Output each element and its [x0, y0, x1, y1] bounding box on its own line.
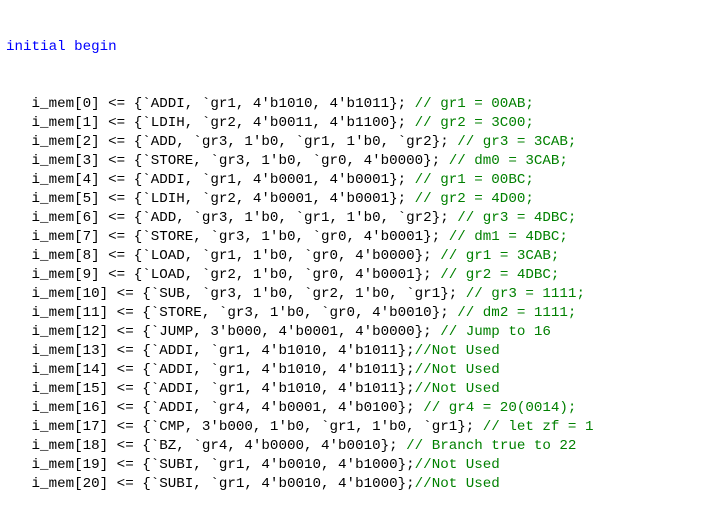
code-line: i_mem[3] <= {`STORE, `gr3, 1'b0, `gr0, 4…	[0, 152, 718, 171]
code-statement: i_mem[18] <= {`BZ, `gr4, 4'b0000, 4'b001…	[31, 438, 407, 454]
code-statement: i_mem[20] <= {`SUBI, `gr1, 4'b0010, 4'b1…	[31, 476, 415, 492]
code-statement: i_mem[17] <= {`CMP, 3'b000, 1'b0, `gr1, …	[31, 419, 483, 435]
code-comment: // gr4 = 20(0014);	[423, 400, 577, 416]
code-comment: // dm0 = 3CAB;	[448, 153, 568, 169]
code-line: i_mem[16] <= {`ADDI, `gr4, 4'b0001, 4'b0…	[0, 399, 718, 418]
code-comment: // gr2 = 4D00;	[414, 191, 534, 207]
code-statement: i_mem[4] <= {`ADDI, `gr1, 4'b0001, 4'b00…	[31, 172, 415, 188]
code-line: i_mem[1] <= {`LDIH, `gr2, 4'b0011, 4'b11…	[0, 114, 718, 133]
code-line: i_mem[19] <= {`SUBI, `gr1, 4'b0010, 4'b1…	[0, 456, 718, 475]
code-statement: i_mem[12] <= {`JUMP, 3'b000, 4'b0001, 4'…	[31, 324, 441, 340]
code-line-header: initial begin	[0, 38, 718, 57]
code-line: i_mem[9] <= {`LOAD, `gr2, 1'b0, `gr0, 4'…	[0, 266, 718, 285]
code-comment: // gr1 = 3CAB;	[440, 248, 560, 264]
code-statement: i_mem[8] <= {`LOAD, `gr1, 1'b0, `gr0, 4'…	[31, 248, 441, 264]
code-lines: i_mem[0] <= {`ADDI, `gr1, 4'b1010, 4'b10…	[0, 95, 718, 494]
code-comment: // gr2 = 3C00;	[414, 115, 534, 131]
code-comment: // gr3 = 4DBC;	[457, 210, 577, 226]
code-statement: i_mem[10] <= {`SUB, `gr3, 1'b0, `gr2, 1'…	[31, 286, 466, 302]
code-comment: // gr2 = 4DBC;	[440, 267, 560, 283]
code-statement: i_mem[3] <= {`STORE, `gr3, 1'b0, `gr0, 4…	[31, 153, 449, 169]
code-line: i_mem[13] <= {`ADDI, `gr1, 4'b1010, 4'b1…	[0, 342, 718, 361]
code-comment: //Not Used	[414, 362, 500, 378]
code-comment: // gr1 = 00BC;	[414, 172, 534, 188]
code-line: i_mem[12] <= {`JUMP, 3'b000, 4'b0001, 4'…	[0, 323, 718, 342]
code-line: i_mem[0] <= {`ADDI, `gr1, 4'b1010, 4'b10…	[0, 95, 718, 114]
code-comment: //Not Used	[414, 343, 500, 359]
code-statement: i_mem[1] <= {`LDIH, `gr2, 4'b0011, 4'b11…	[31, 115, 415, 131]
code-line: i_mem[6] <= {`ADD, `gr3, 1'b0, `gr1, 1'b…	[0, 209, 718, 228]
code-comment: //Not Used	[414, 381, 500, 397]
code-statement: i_mem[15] <= {`ADDI, `gr1, 4'b1010, 4'b1…	[31, 381, 415, 397]
code-line: i_mem[18] <= {`BZ, `gr4, 4'b0000, 4'b001…	[0, 437, 718, 456]
code-statement: i_mem[5] <= {`LDIH, `gr2, 4'b0001, 4'b00…	[31, 191, 415, 207]
code-line: i_mem[20] <= {`SUBI, `gr1, 4'b0010, 4'b1…	[0, 475, 718, 494]
code-line: i_mem[4] <= {`ADDI, `gr1, 4'b0001, 4'b00…	[0, 171, 718, 190]
keyword-initial-begin: initial begin	[6, 39, 117, 55]
code-statement: i_mem[19] <= {`SUBI, `gr1, 4'b0010, 4'b1…	[31, 457, 415, 473]
code-comment: // gr3 = 3CAB;	[457, 134, 577, 150]
code-statement: i_mem[9] <= {`LOAD, `gr2, 1'b0, `gr0, 4'…	[31, 267, 441, 283]
code-line: i_mem[14] <= {`ADDI, `gr1, 4'b1010, 4'b1…	[0, 361, 718, 380]
code-line: i_mem[15] <= {`ADDI, `gr1, 4'b1010, 4'b1…	[0, 380, 718, 399]
code-comment: // Jump to 16	[440, 324, 551, 340]
code-line: i_mem[11] <= {`STORE, `gr3, 1'b0, `gr0, …	[0, 304, 718, 323]
code-statement: i_mem[6] <= {`ADD, `gr3, 1'b0, `gr1, 1'b…	[31, 210, 458, 226]
code-comment: //Not Used	[414, 457, 500, 473]
code-line: i_mem[8] <= {`LOAD, `gr1, 1'b0, `gr0, 4'…	[0, 247, 718, 266]
code-comment: // gr1 = 00AB;	[414, 96, 534, 112]
code-line: i_mem[10] <= {`SUB, `gr3, 1'b0, `gr2, 1'…	[0, 285, 718, 304]
code-statement: i_mem[13] <= {`ADDI, `gr1, 4'b1010, 4'b1…	[31, 343, 415, 359]
code-statement: i_mem[11] <= {`STORE, `gr3, 1'b0, `gr0, …	[31, 305, 458, 321]
code-comment: // dm1 = 4DBC;	[448, 229, 568, 245]
code-editor[interactable]: initial begin i_mem[0] <= {`ADDI, `gr1, …	[0, 0, 718, 492]
code-statement: i_mem[0] <= {`ADDI, `gr1, 4'b1010, 4'b10…	[31, 96, 415, 112]
code-comment: // gr3 = 1111;	[465, 286, 585, 302]
code-line: i_mem[7] <= {`STORE, `gr3, 1'b0, `gr0, 4…	[0, 228, 718, 247]
code-statement: i_mem[14] <= {`ADDI, `gr1, 4'b1010, 4'b1…	[31, 362, 415, 378]
code-comment: // Branch true to 22	[406, 438, 577, 454]
code-statement: i_mem[16] <= {`ADDI, `gr4, 4'b0001, 4'b0…	[31, 400, 424, 416]
code-statement: i_mem[7] <= {`STORE, `gr3, 1'b0, `gr0, 4…	[31, 229, 449, 245]
code-comment: //Not Used	[414, 476, 500, 492]
code-line: i_mem[2] <= {`ADD, `gr3, 1'b0, `gr1, 1'b…	[0, 133, 718, 152]
code-comment: // dm2 = 1111;	[457, 305, 577, 321]
code-line: i_mem[5] <= {`LDIH, `gr2, 4'b0001, 4'b00…	[0, 190, 718, 209]
code-comment: // let zf = 1	[482, 419, 594, 435]
code-statement: i_mem[2] <= {`ADD, `gr3, 1'b0, `gr1, 1'b…	[31, 134, 458, 150]
code-line: i_mem[17] <= {`CMP, 3'b000, 1'b0, `gr1, …	[0, 418, 718, 437]
